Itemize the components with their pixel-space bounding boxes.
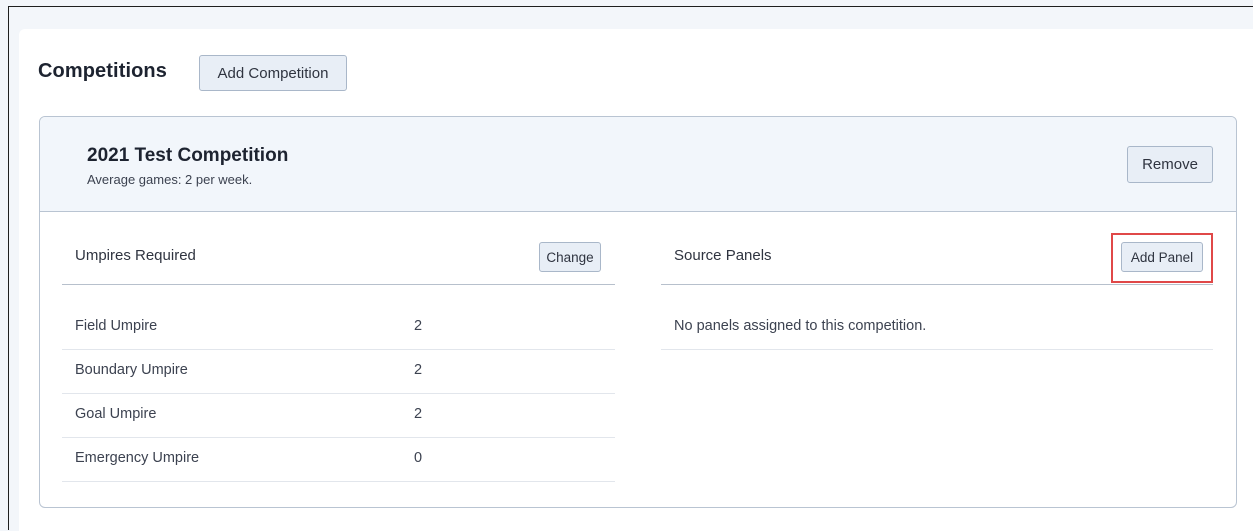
umpire-type-label: Field Umpire xyxy=(75,318,158,334)
empty-panels-message: No panels assigned to this competition. xyxy=(674,318,927,334)
page-frame: Competitions Add Competition 2021 Test C… xyxy=(8,6,1253,531)
umpire-count: 2 xyxy=(414,406,423,422)
competitions-panel: Competitions Add Competition 2021 Test C… xyxy=(19,29,1253,531)
competition-card: 2021 Test Competition Average games: 2 p… xyxy=(39,116,1237,508)
umpire-row: Emergency Umpire 0 xyxy=(62,438,615,482)
umpires-required-title: Umpires Required xyxy=(75,247,196,264)
source-panels-section: Source Panels Add Panel No panels assign… xyxy=(661,212,1213,507)
umpire-row: Goal Umpire 2 xyxy=(62,394,615,438)
page-title: Competitions xyxy=(38,60,167,82)
add-panel-button[interactable]: Add Panel xyxy=(1121,242,1203,272)
remove-button[interactable]: Remove xyxy=(1127,146,1213,183)
umpire-count: 2 xyxy=(414,318,423,334)
source-panels-title: Source Panels xyxy=(674,247,772,264)
umpires-list: Field Umpire 2 Boundary Umpire 2 Goal Um… xyxy=(62,306,615,482)
umpire-count: 2 xyxy=(414,362,423,378)
change-button[interactable]: Change xyxy=(539,242,601,272)
list-item: No panels assigned to this competition. xyxy=(661,306,1213,350)
umpire-type-label: Emergency Umpire xyxy=(75,450,200,466)
umpires-required-header: Umpires Required Change xyxy=(62,212,615,285)
umpire-row: Field Umpire 2 xyxy=(62,306,615,350)
umpire-type-label: Goal Umpire xyxy=(75,406,157,422)
competition-card-header: 2021 Test Competition Average games: 2 p… xyxy=(40,117,1236,212)
competition-name: 2021 Test Competition xyxy=(87,145,289,166)
competition-subtitle: Average games: 2 per week. xyxy=(87,172,253,187)
source-panels-header: Source Panels Add Panel xyxy=(661,212,1213,285)
add-competition-button[interactable]: Add Competition xyxy=(199,55,347,91)
umpire-count: 0 xyxy=(414,450,423,466)
umpire-row: Boundary Umpire 2 xyxy=(62,350,615,394)
umpires-required-section: Umpires Required Change Field Umpire 2 B… xyxy=(62,212,615,507)
umpire-type-label: Boundary Umpire xyxy=(75,362,188,378)
